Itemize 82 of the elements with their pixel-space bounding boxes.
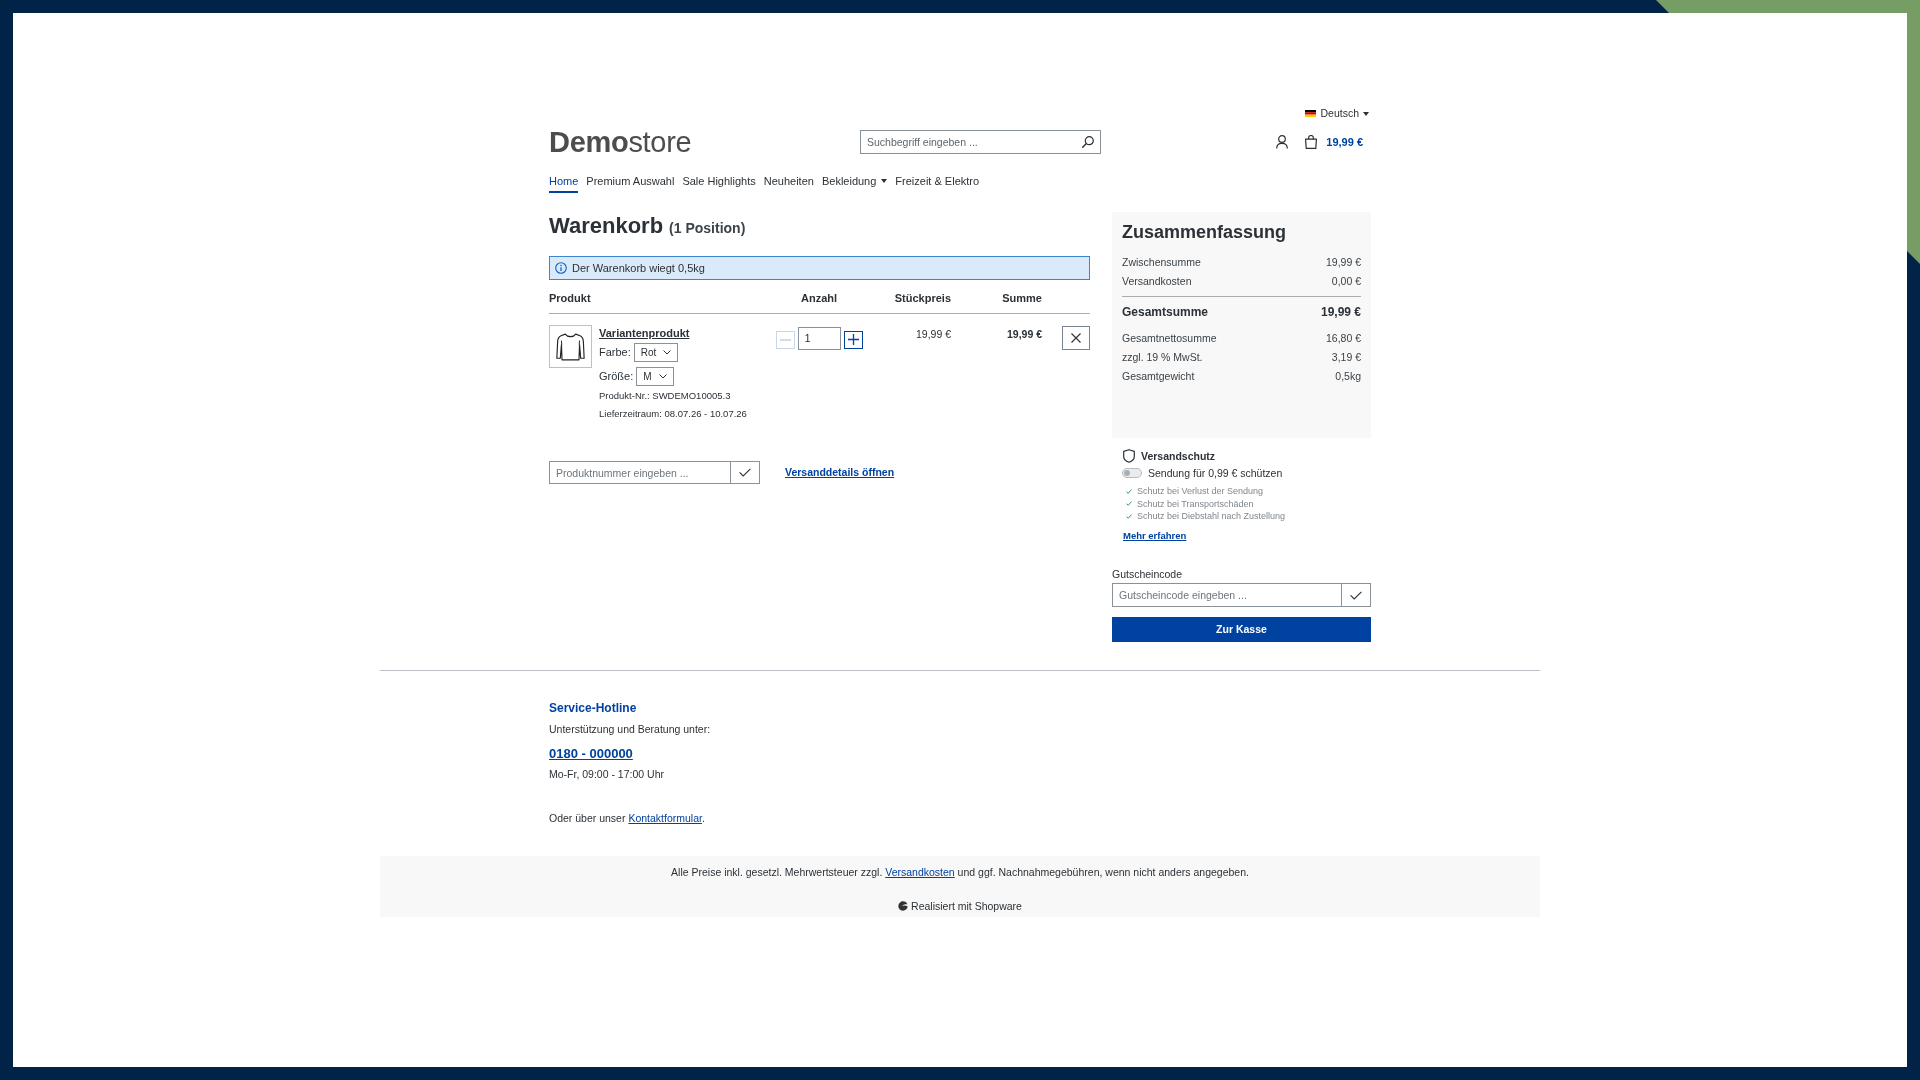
nav-link[interactable]: Freizeit & Elektro [895,173,980,193]
powered-by: Realisiert mit Shopware [911,899,1022,913]
logo[interactable]: Demostore [549,126,692,158]
summary-value: 0,00 € [1331,274,1361,289]
section-title: Versandschutz [1141,449,1216,463]
contact-text: Oder über unser Kontaktformular. [549,812,705,824]
nav-link[interactable]: Bekleidung [821,173,888,193]
toggle-switch[interactable] [1122,468,1142,478]
summary-value: 19,99 € [1325,255,1361,270]
delivery-time: Lieferzeitraum: 08.07.26 - 10.07.26 [599,408,747,419]
submit-button[interactable] [1342,583,1371,607]
summary-label: Versandkosten [1122,274,1192,289]
product-number: Produkt-Nr.: SWDEMO10005.3 [599,390,731,401]
hotline-title: Service-Hotline [549,701,637,715]
page-title: Warenkorb [549,212,664,240]
shirt-image [549,324,592,368]
opening-hours: Mo-Fr, 09:00 - 17:00 Uhr [549,768,664,780]
language-button[interactable]: Deutsch [1305,106,1371,121]
shipping-costs-link[interactable]: Versandkosten [885,866,955,878]
minus-icon [779,338,791,341]
field-label: Gutscheincode [1112,568,1183,580]
shield-icon [1123,449,1135,463]
summary-label: zzgl. 19 % MwSt. [1122,350,1203,365]
chevron-icon [658,374,667,379]
option-label: Größe: [599,369,634,385]
user-icon[interactable] [1276,135,1289,149]
column-header: Produkt [549,292,591,304]
hotline-text: Unterstützung und Beratung unter: [549,722,711,735]
submit-button[interactable] [731,461,760,484]
benefit-text: Schutz bei Verlust der Sendung [1137,485,1264,498]
caret-icon [1363,111,1369,116]
product-number-field[interactable]: Produktnummer eingeben ... [549,461,731,484]
phone-link[interactable]: 0180 - 000000 [549,744,633,762]
column-header: Stückpreis [894,292,951,304]
column-header: Summe [1002,292,1042,304]
plus-icon [847,334,859,345]
contact-form-link[interactable]: Kontaktformular [628,812,702,824]
info-icon [555,262,567,274]
check-icon [1350,590,1362,600]
legal-notice: Alle Preise inkl. gesetzl. Mehrwertsteuer zzgl. Versandkosten und ggf. Nachnahmegebühren, wenn nicht anders angegeben. [671,866,1249,878]
check-icon [1126,488,1132,494]
product-name-link[interactable]: Variantenprodukt [599,324,690,341]
remove-button[interactable] [1062,325,1090,350]
nav-link[interactable]: Sale Highlights [682,173,756,193]
summary-label: Gesamtgewicht [1122,369,1195,384]
summary-label: Zwischensumme [1122,255,1201,270]
item-count: (1 Position) [669,219,746,238]
line-total: 19,99 € [1006,327,1042,340]
close-icon [1071,332,1081,343]
summary-title: Zusammenfassung [1122,221,1288,244]
option-label: Farbe: [599,345,631,361]
increase-button[interactable] [843,330,863,349]
shipping-details-link[interactable]: Versanddetails öffnen [785,464,895,481]
summary-value: 0,5kg [1335,369,1361,384]
flag-icon [1305,110,1317,117]
toggle-label: Sendung für 0,99 € schützen [1148,467,1283,479]
check-icon [739,468,751,477]
quantity-input[interactable]: 1 [797,326,841,350]
summary-label: Gesamtsumme [1122,304,1209,321]
nav-link[interactable]: Home [549,173,579,193]
benefit-text: Schutz bei Transportschäden [1137,497,1254,510]
alert-text: Der Warenkorb wiegt 0,5kg [572,260,705,276]
summary-label: Gesamtnettosumme [1122,331,1217,346]
search-field[interactable]: Suchbegriff eingeben ... [860,130,1101,154]
summary-value: 16,80 € [1325,331,1361,346]
option-select[interactable]: M [636,367,674,386]
option-select[interactable]: Rot [633,343,679,362]
voucher-field[interactable]: Gutscheincode eingeben ... [1112,583,1342,607]
summary-value: 3,19 € [1331,350,1361,365]
bag-icon[interactable] [1304,135,1319,149]
summary-value: 19,99 € [1320,304,1361,321]
learn-more-link[interactable]: Mehr erfahren [1123,528,1187,542]
checkout-button[interactable]: Zur Kasse [1112,617,1371,642]
unit-price: 19,99 € [915,327,951,340]
benefit-text: Schutz bei Diebstahl nach Zustellung [1137,510,1286,523]
logo-icon [898,901,909,911]
cart-total[interactable]: 19,99 € [1326,133,1363,151]
search-icon[interactable] [1082,136,1094,148]
nav-link[interactable]: Neuheiten [763,173,814,193]
nav-link[interactable]: Premium Auswahl [586,173,675,193]
chevron-icon [663,350,672,355]
column-header: Anzahl [800,292,838,304]
